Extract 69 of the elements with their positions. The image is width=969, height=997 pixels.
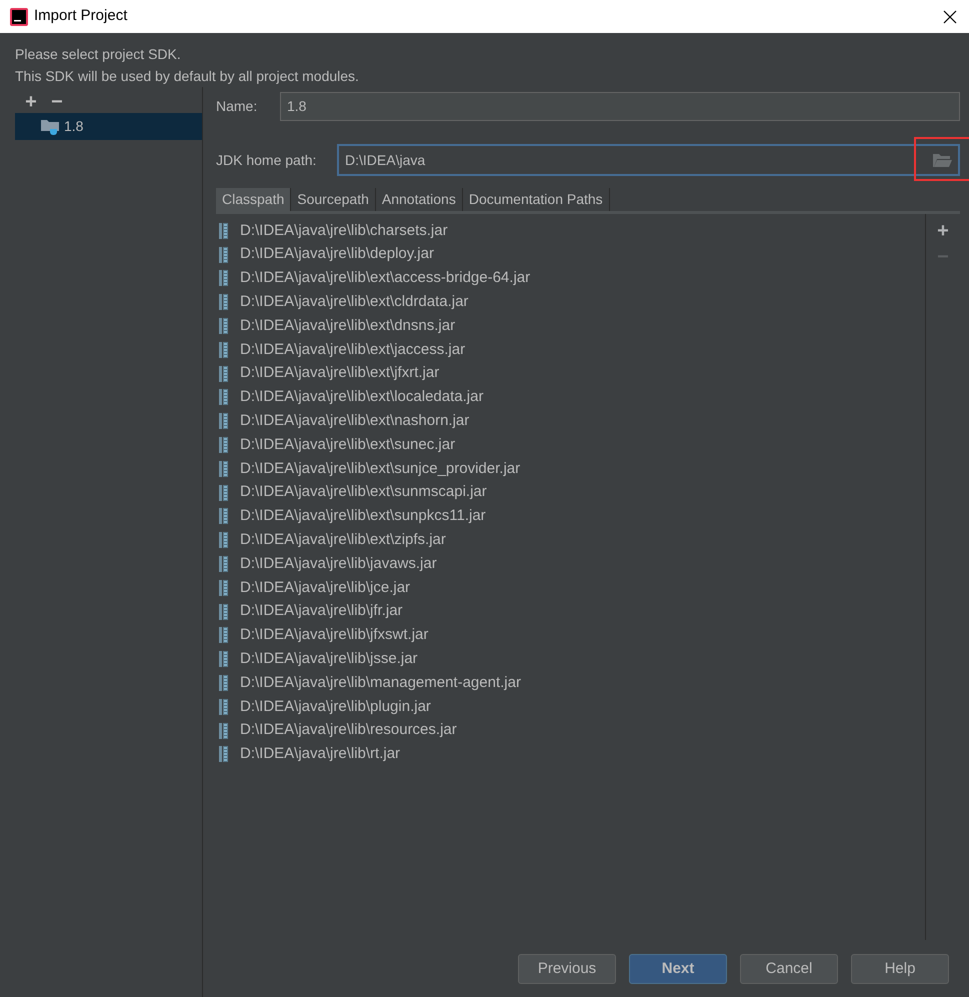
- jar-icon: [219, 222, 229, 239]
- intro-text: Please select project SDK.: [15, 45, 182, 64]
- jar-icon: [219, 532, 229, 548]
- jar-path: D:\IDEA\java\jre\lib\ext\sunec.jar: [240, 434, 456, 455]
- intro-text: This SDK will be used by default by all project modules.: [15, 67, 360, 86]
- tab[interactable]: Annotations: [376, 188, 463, 211]
- jar-icon: [219, 508, 229, 524]
- jar-icon: [219, 604, 229, 620]
- jar-path: D:\IDEA\java\jre\lib\ext\jfxrt.jar: [240, 363, 440, 384]
- jar-path: D:\IDEA\java\jre\lib\ext\nashorn.jar: [240, 411, 470, 432]
- jar-icon: [219, 460, 229, 477]
- jar-path: D:\IDEA\java\jre\lib\plugin.jar: [240, 696, 431, 717]
- window-title: Import Project: [34, 6, 128, 26]
- jar-path: D:\IDEA\java\jre\lib\resources.jar: [240, 720, 457, 740]
- jar-icon: [219, 651, 229, 668]
- jar-icon: [219, 389, 229, 406]
- jar-path: D:\IDEA\java\jre\lib\ext\access-bridge-64.jar: [240, 268, 530, 288]
- jar-path: D:\IDEA\java\jre\lib\jfxswt.jar: [240, 625, 428, 646]
- sdk-list-item[interactable]: 1.8: [15, 113, 202, 140]
- jar-icon: [219, 675, 229, 692]
- add-button[interactable]: +: [937, 220, 949, 242]
- jar-path: D:\IDEA\java\jre\lib\javaws.jar: [240, 554, 437, 574]
- close-icon[interactable]: [943, 10, 957, 24]
- tab[interactable]: Sourcepath: [291, 188, 376, 211]
- jar-path: D:\IDEA\java\jre\lib\ext\sunmscapi.jar: [240, 482, 487, 502]
- folder-cup-icon: [41, 118, 60, 134]
- jar-icon: [219, 437, 229, 454]
- jar-icon: [219, 484, 229, 501]
- add-button[interactable]: +: [23, 92, 39, 112]
- jdk-home-path-label: JDK home path:: [216, 150, 318, 170]
- jar-path: D:\IDEA\java\jre\lib\ext\cldrdata.jar: [240, 292, 468, 312]
- jar-icon: [219, 366, 229, 382]
- previous-button[interactable]: Previous: [518, 954, 616, 984]
- jar-icon: [219, 246, 229, 263]
- jar-path: D:\IDEA\java\jre\lib\ext\dnsns.jar: [240, 316, 456, 336]
- jar-path: D:\IDEA\java\jre\lib\jce.jar: [240, 578, 410, 598]
- next-button[interactable]: Next: [629, 954, 727, 984]
- jar-icon: [219, 270, 229, 286]
- jar-path: D:\IDEA\java\jre\lib\ext\localedata.jar: [240, 387, 484, 408]
- jar-path: D:\IDEA\java\jre\lib\jfr.jar: [240, 601, 403, 622]
- jar-path: D:\IDEA\java\jre\lib\jsse.jar: [240, 648, 418, 669]
- jar-icon: [219, 746, 229, 762]
- jar-icon: [219, 556, 229, 572]
- name-label: Name:: [216, 96, 258, 116]
- jar-path: D:\IDEA\java\jre\lib\ext\jaccess.jar: [240, 340, 466, 360]
- jar-icon: [219, 342, 229, 358]
- name-field[interactable]: 1.8: [280, 92, 960, 120]
- jar-icon: [219, 580, 229, 596]
- sdk-name: 1.8: [64, 117, 84, 136]
- jar-path: D:\IDEA\java\jre\lib\ext\sunpkcs11.jar: [240, 506, 486, 526]
- remove-button[interactable]: −: [49, 92, 65, 112]
- app-logo-icon: [10, 8, 28, 26]
- jar-path: D:\IDEA\java\jre\lib\rt.jar: [240, 744, 400, 764]
- jar-path: D:\IDEA\java\jre\lib\ext\sunjce_provider.jar: [240, 458, 520, 479]
- jar-path: D:\IDEA\java\jre\lib\deploy.jar: [240, 244, 434, 264]
- jar-path: D:\IDEA\java\jre\lib\charsets.jar: [240, 220, 448, 241]
- help-button[interactable]: Help: [851, 954, 949, 984]
- jdk-home-path-field[interactable]: D:\IDEA\java: [337, 144, 960, 176]
- jar-path: D:\IDEA\java\jre\lib\management-agent.jar: [240, 672, 521, 693]
- jar-icon: [219, 722, 229, 739]
- jar-icon: [219, 294, 229, 310]
- cancel-button[interactable]: Cancel: [740, 954, 838, 984]
- tab[interactable]: Documentation Paths: [462, 188, 610, 211]
- tab[interactable]: Classpath: [216, 188, 292, 211]
- jar-icon: [219, 698, 229, 715]
- jar-icon: [219, 413, 229, 430]
- jar-icon: [219, 318, 229, 334]
- jar-path: D:\IDEA\java\jre\lib\ext\zipfs.jar: [240, 530, 446, 550]
- jar-icon: [219, 627, 229, 644]
